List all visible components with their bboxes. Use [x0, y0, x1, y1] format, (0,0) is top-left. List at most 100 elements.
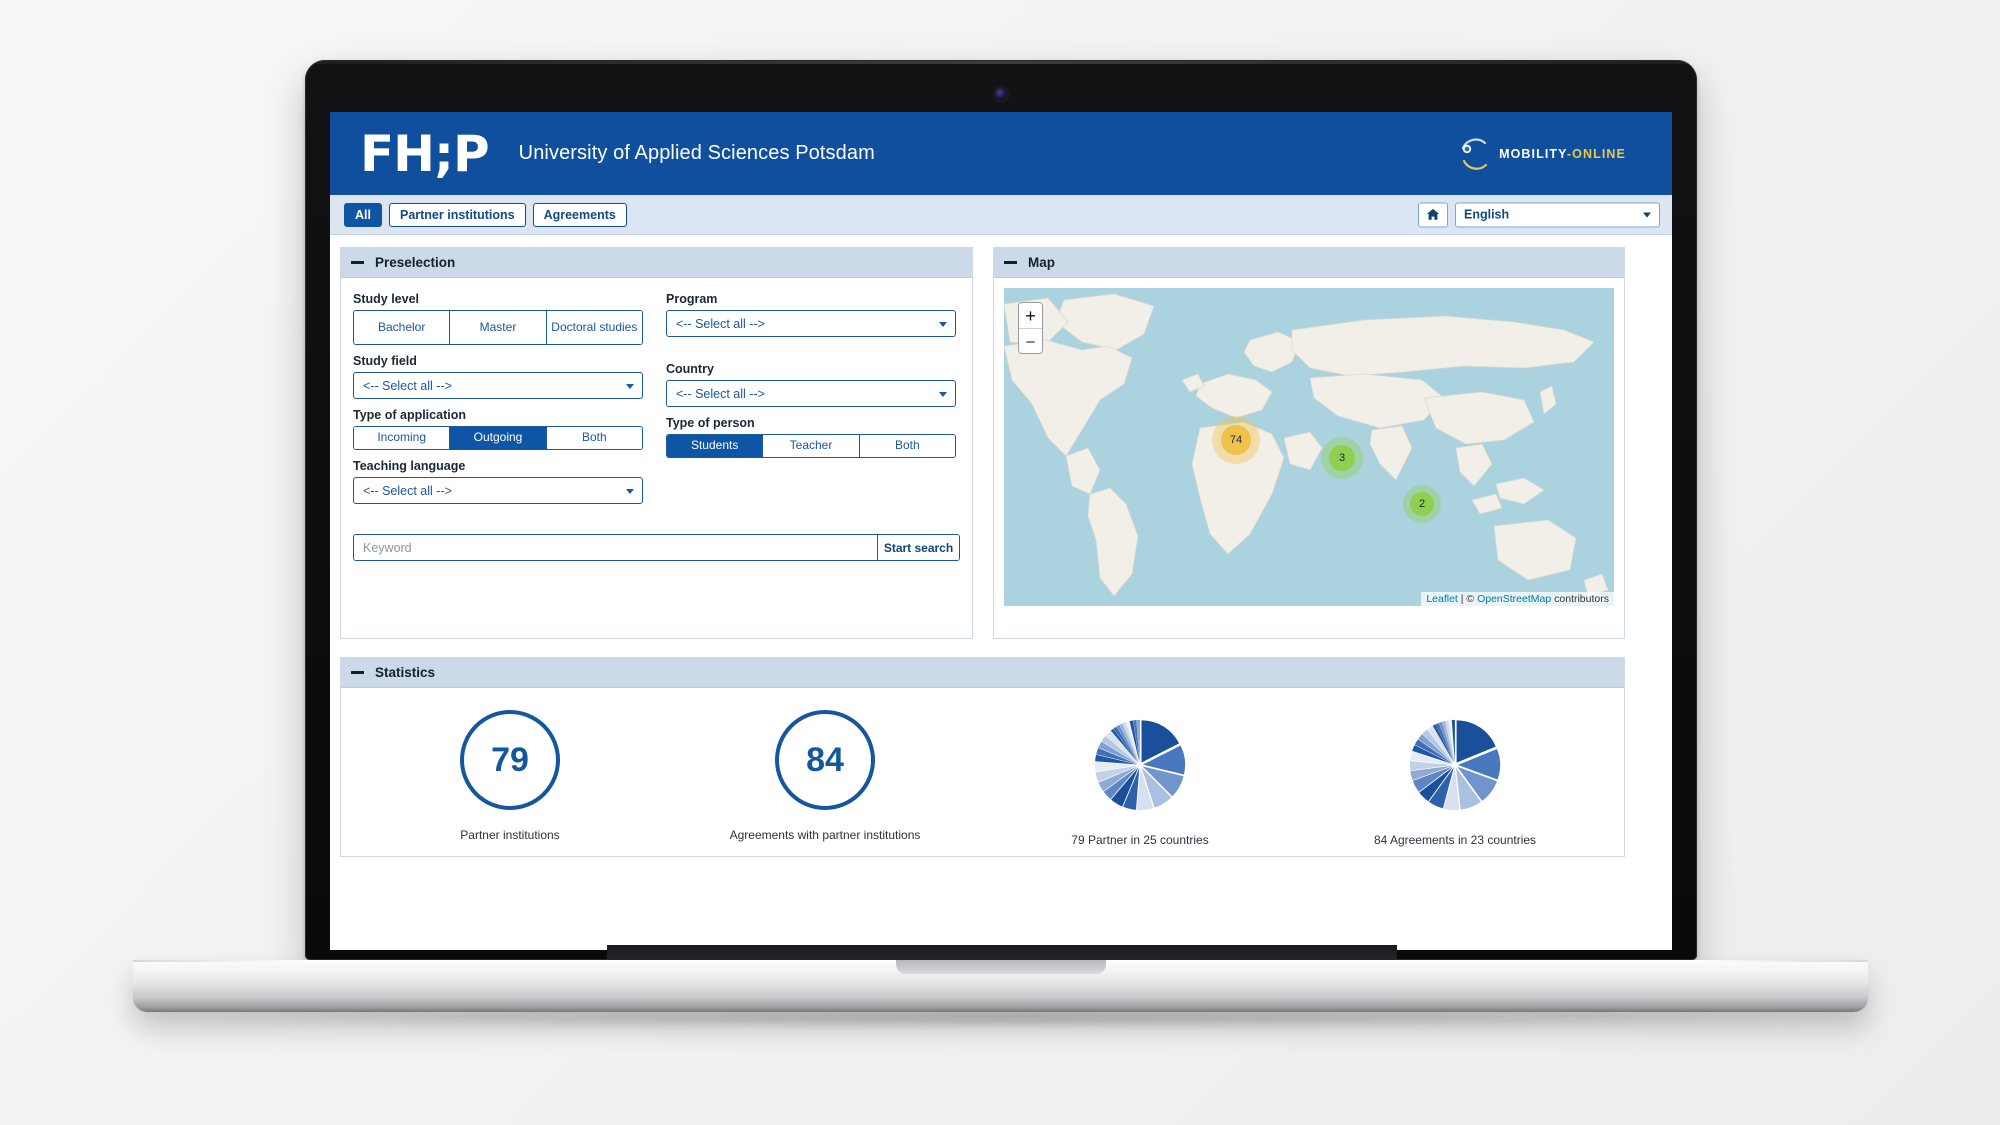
chevron-down-icon — [626, 488, 634, 494]
fhp-logo: FH;P — [360, 124, 490, 183]
cluster-count: 2 — [1418, 498, 1426, 510]
teaching-language-select[interactable]: <-- Select all --> — [353, 477, 643, 504]
map-cluster-marker-3[interactable]: 3 — [1329, 445, 1355, 471]
page-title: University of Applied Sciences Potsdam — [518, 142, 875, 164]
chevron-down-icon — [626, 383, 634, 389]
preselection-form: Study level Bachelor Master Doctoral stu… — [353, 292, 960, 504]
chevron-down-icon — [939, 391, 947, 397]
start-search-button[interactable]: Start search — [877, 535, 959, 560]
mobility-online-logo: MOBILITY-ONLINE — [1455, 134, 1626, 174]
type-of-application-label: Type of application — [353, 408, 466, 422]
logo-word-online: ONLINE — [1572, 146, 1626, 161]
type-of-person-students[interactable]: Students — [667, 435, 764, 457]
home-icon — [1426, 208, 1440, 220]
leaflet-link[interactable]: Leaflet — [1426, 593, 1458, 605]
study-level-doctoral[interactable]: Doctoral studies — [546, 311, 642, 344]
preselection-body: Study level Bachelor Master Doctoral stu… — [341, 278, 972, 573]
type-of-person-label: Type of person — [666, 416, 755, 430]
mobility-online-ring-icon — [1455, 134, 1495, 174]
minus-icon[interactable] — [351, 671, 364, 674]
laptop-base — [133, 960, 1868, 1012]
web-app: FH;P University of Applied Sciences Pots… — [330, 112, 1672, 950]
home-button[interactable] — [1418, 202, 1448, 227]
tab-agreements[interactable]: Agreements — [532, 202, 627, 227]
statistics-title: Statistics — [375, 665, 436, 680]
main-content: Preselection Study level Bachelor Master — [330, 235, 1672, 950]
teaching-language-label: Teaching language — [353, 459, 466, 473]
chevron-down-icon — [1643, 212, 1651, 218]
map-cluster-marker-2[interactable]: 2 — [1410, 492, 1434, 516]
study-level-master[interactable]: Master — [450, 311, 547, 344]
zoom-out-button[interactable]: – — [1019, 328, 1042, 353]
study-field-label: Study field — [353, 354, 417, 368]
pie-chart-agreements — [1400, 710, 1510, 820]
map-panel: Map + – 74 3 2 Leaflet | © OpenStreetMap… — [993, 247, 1625, 639]
country-select[interactable]: <-- Select all --> — [666, 380, 956, 407]
leaflet-map[interactable]: + – 74 3 2 Leaflet | © OpenStreetMap con… — [1004, 288, 1614, 606]
mobility-online-wordmark: MOBILITY-ONLINE — [1499, 147, 1626, 161]
study-field-value: <-- Select all --> — [363, 378, 452, 393]
language-select[interactable]: English — [1455, 202, 1660, 227]
chevron-down-icon — [939, 321, 947, 327]
type-of-application-outgoing[interactable]: Outgoing — [450, 427, 547, 449]
zoom-in-button[interactable]: + — [1019, 303, 1042, 328]
stat-pie-agreements: 84 Agreements in 23 countries — [1345, 710, 1565, 848]
pie-chart-partners — [1085, 710, 1195, 820]
webcam-icon — [994, 88, 1008, 101]
statistics-panel: Statistics 79 Partner institutions 84 Ag… — [340, 657, 1625, 857]
pie-agreements-svg — [1409, 719, 1501, 811]
stat-caption: Agreements with partner institutions — [729, 828, 921, 842]
type-of-application-both[interactable]: Both — [546, 427, 642, 449]
program-value: <-- Select all --> — [676, 316, 765, 331]
search-input[interactable] — [354, 535, 877, 560]
preselection-panel: Preselection Study level Bachelor Master — [340, 247, 973, 639]
tab-all[interactable]: All — [344, 202, 382, 227]
map-zoom-controls: + – — [1018, 302, 1043, 354]
type-of-application-incoming[interactable]: Incoming — [354, 427, 451, 449]
laptop-mockup: FH;P University of Applied Sciences Pots… — [0, 0, 2000, 1125]
statistics-header[interactable]: Statistics — [341, 658, 1624, 688]
study-field-select[interactable]: <-- Select all --> — [353, 372, 643, 399]
lid-highlight — [306, 61, 1696, 64]
laptop-base-lip — [895, 960, 1106, 974]
stat-partner-institutions: 79 Partner institutions — [400, 710, 620, 843]
map-attribution: Leaflet | © OpenStreetMap contributors — [1421, 592, 1614, 606]
map-body: + – 74 3 2 Leaflet | © OpenStreetMap con… — [994, 278, 1624, 616]
study-level-bachelor[interactable]: Bachelor — [354, 311, 451, 344]
nav-toolbar: All Partner institutions Agreements Engl… — [330, 195, 1672, 235]
panels-row: Preselection Study level Bachelor Master — [340, 247, 1662, 639]
type-of-person-both[interactable]: Both — [859, 435, 955, 457]
toolbar-right-group: English — [1418, 202, 1660, 227]
tab-partner-institutions[interactable]: Partner institutions — [388, 202, 526, 227]
cluster-count: 74 — [1229, 434, 1243, 446]
attribution-sep: | © — [1457, 593, 1478, 605]
type-of-person-teacher[interactable]: Teacher — [763, 435, 860, 457]
program-select[interactable]: <-- Select all --> — [666, 310, 956, 337]
map-cluster-marker-74[interactable]: 74 — [1221, 425, 1251, 455]
country-value: <-- Select all --> — [676, 386, 765, 401]
map-header[interactable]: Map — [994, 248, 1624, 278]
minus-icon[interactable] — [1004, 261, 1017, 264]
world-map-graphic — [1004, 288, 1614, 606]
app-header: FH;P University of Applied Sciences Pots… — [330, 112, 1672, 195]
minus-icon[interactable] — [351, 261, 364, 264]
program-label: Program — [666, 292, 718, 306]
study-level-label: Study level — [353, 292, 419, 306]
keyword-search-row: Start search — [353, 534, 960, 561]
preselection-header[interactable]: Preselection — [341, 248, 972, 278]
stat-pie-partners: 79 Partner in 25 countries — [1030, 710, 1250, 848]
type-of-application-segmented: Incoming Outgoing Both — [353, 426, 643, 450]
pie-caption: 84 Agreements in 23 countries — [1373, 833, 1537, 847]
attribution-tail: contributors — [1551, 593, 1609, 605]
screen: FH;P University of Applied Sciences Pots… — [330, 112, 1672, 950]
preselection-column-right: Program <-- Select all --> Country <-- S… — [666, 292, 956, 504]
donut-partner-institutions: 79 — [460, 710, 560, 810]
preselection-column-left: Study level Bachelor Master Doctoral stu… — [353, 292, 643, 504]
type-of-person-segmented: Students Teacher Both — [666, 434, 956, 458]
openstreetmap-link[interactable]: OpenStreetMap — [1477, 593, 1551, 605]
laptop-lid: FH;P University of Applied Sciences Pots… — [305, 60, 1697, 960]
